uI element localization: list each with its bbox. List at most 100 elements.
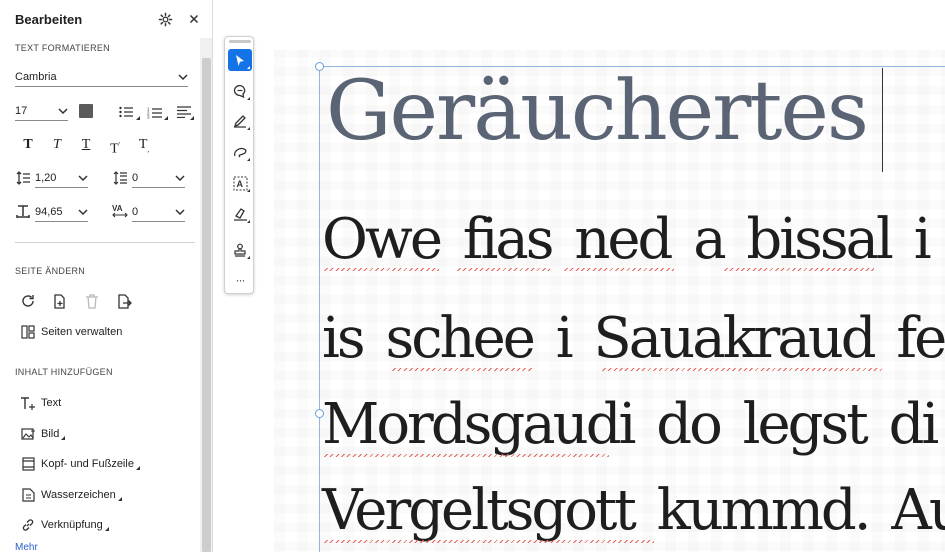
section-divider — [15, 242, 195, 243]
svg-text:A: A — [236, 179, 243, 189]
chevron-down-icon — [175, 207, 185, 218]
character-spacing-icon: VA — [112, 203, 128, 219]
insert-page-icon[interactable] — [52, 293, 68, 309]
underline-icon[interactable]: T — [77, 137, 95, 153]
spellcheck-underline — [564, 268, 674, 271]
add-text-icon — [20, 395, 36, 411]
corner-triangle-icon — [247, 220, 250, 223]
comment-tool-button[interactable] — [228, 80, 252, 102]
add-image-button[interactable]: Bild — [20, 426, 66, 442]
watermark-icon — [20, 487, 36, 503]
image-icon — [20, 426, 36, 442]
corner-triangle-icon — [136, 116, 140, 120]
manage-pages-button[interactable]: Seiten verwalten — [20, 324, 122, 340]
fill-sign-icon — [233, 207, 248, 221]
subscript-icon[interactable]: T, — [135, 137, 153, 154]
sidebar-scrollbar-thumb[interactable] — [202, 58, 211, 552]
paragraph-spacing-icon — [112, 170, 128, 186]
link-icon — [20, 517, 36, 533]
paragraph-spacing-select[interactable]: 0 — [132, 172, 185, 188]
corner-triangle-icon — [135, 466, 140, 470]
spellcheck-underline — [602, 368, 882, 371]
rotate-icon[interactable] — [20, 293, 36, 309]
superscript-icon[interactable]: T' — [106, 137, 124, 157]
content-section-label: INHALT HINZUFÜGEN — [15, 367, 113, 377]
page-section-label: SEITE ÄNDERN — [15, 266, 86, 276]
chevron-down-icon — [175, 173, 185, 184]
tool-palette: A ··· — [224, 36, 254, 294]
horizontal-scale-icon — [15, 203, 31, 219]
body-line-2[interactable]: is schee i Sauakraud fe — [322, 304, 945, 374]
font-size-select[interactable]: 17 — [15, 105, 68, 121]
toolbar-grip[interactable] — [229, 40, 251, 43]
line-spacing-select[interactable]: 1,20 — [35, 172, 88, 188]
font-family-value: Cambria — [15, 71, 57, 83]
add-image-label: Bild — [41, 428, 60, 440]
link-label: Verknüpfung — [41, 519, 103, 531]
text-color-swatch[interactable] — [79, 104, 93, 118]
chevron-down-icon — [178, 72, 188, 83]
font-size-value: 17 — [15, 105, 28, 117]
corner-triangle-icon — [247, 97, 250, 100]
superscript-glyph: T — [110, 141, 119, 157]
edit-panel: Bearbeiten TEXT FORMATIEREN Cambria 17 1… — [0, 0, 213, 552]
body-line-4[interactable]: Vergeltsgott kummd. Au — [322, 476, 945, 546]
text-caret — [882, 68, 883, 172]
header-footer-button[interactable]: Kopf- und Fußzeile — [20, 456, 140, 472]
more-icon[interactable]: ··· — [228, 269, 252, 291]
fill-sign-tool-button[interactable] — [228, 203, 252, 225]
body-line-1[interactable]: Owe fias ned a bissal i m — [322, 205, 945, 275]
corner-triangle-icon — [247, 256, 250, 259]
corner-triangle-icon — [104, 527, 109, 531]
horizontal-scale-select[interactable]: 94,65 — [35, 206, 88, 222]
font-family-select[interactable]: Cambria — [15, 71, 188, 87]
spellcheck-underline — [324, 268, 439, 271]
link-button[interactable]: Verknüpfung — [20, 517, 109, 533]
select-tool-button[interactable] — [228, 49, 252, 71]
add-text-button[interactable]: Text — [20, 395, 61, 411]
bullet-list-icon[interactable] — [117, 103, 135, 121]
manage-pages-icon — [20, 324, 36, 340]
freehand-tool-button[interactable] — [228, 141, 252, 163]
delete-page-icon[interactable] — [84, 293, 100, 309]
stamp-icon — [233, 243, 247, 257]
corner-triangle-icon — [190, 116, 194, 120]
corner-triangle-icon — [247, 66, 250, 69]
more-link[interactable]: Mehr — [15, 542, 38, 552]
select-icon — [234, 54, 246, 67]
extract-page-icon[interactable] — [116, 293, 132, 309]
body-line-3[interactable]: Mordsgaudi do legst di — [322, 390, 939, 460]
gear-icon[interactable] — [156, 10, 174, 28]
corner-triangle-icon — [247, 127, 250, 130]
watermark-button[interactable]: Wasserzeichen — [20, 487, 122, 503]
text-select-tool-button[interactable]: A — [228, 172, 252, 194]
spellcheck-underline — [724, 268, 874, 271]
watermark-label: Wasserzeichen — [41, 489, 116, 501]
italic-icon[interactable]: T — [48, 137, 66, 153]
numbered-list-icon[interactable]: 123 — [145, 103, 163, 121]
add-text-label: Text — [41, 397, 62, 409]
corner-triangle-icon — [247, 189, 250, 192]
bold-icon[interactable]: T — [19, 137, 37, 153]
line-spacing-value: 1,20 — [35, 172, 57, 184]
corner-triangle-icon — [164, 116, 168, 120]
chevron-down-icon — [78, 173, 88, 184]
stamp-tool-button[interactable] — [228, 239, 252, 261]
pen-tool-button[interactable] — [228, 110, 252, 132]
spellcheck-underline — [324, 454, 609, 457]
resize-handle-top-left[interactable] — [315, 62, 324, 71]
corner-triangle-icon — [61, 436, 66, 440]
character-spacing-select[interactable]: 0 — [132, 206, 185, 222]
document-heading[interactable]: Geräuchertes — [326, 62, 869, 162]
document-canvas[interactable]: Geräuchertes Owe fias ned a bissal i m i… — [214, 0, 945, 552]
close-icon[interactable] — [185, 10, 203, 28]
paragraph-spacing-value: 0 — [132, 172, 139, 184]
character-spacing-value: 0 — [132, 206, 139, 218]
header-footer-label: Kopf- und Fußzeile — [41, 458, 134, 470]
horizontal-scale-value: 94,65 — [35, 206, 63, 218]
spellcheck-underline — [392, 368, 532, 371]
spellcheck-underline — [324, 540, 654, 543]
corner-triangle-icon — [247, 158, 250, 161]
text-select-icon: A — [233, 176, 248, 191]
svg-text:VA: VA — [112, 204, 123, 213]
